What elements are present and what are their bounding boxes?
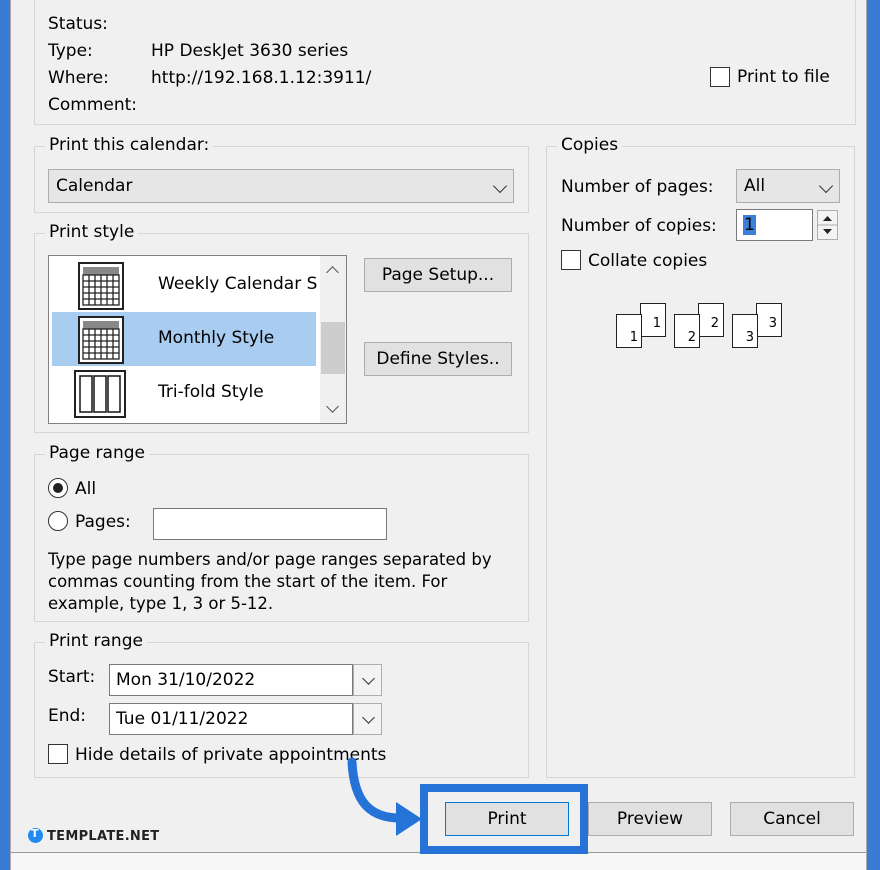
page-sheet: 3 <box>732 314 758 348</box>
printer-type-value: HP DeskJet 3630 series <box>151 41 349 61</box>
page-setup-button[interactable]: Page Setup... <box>364 258 512 292</box>
template-net-watermark: TEMPLATE.NET <box>28 827 160 844</box>
print-dialog: Status: Type: HP DeskJet 3630 series Whe… <box>10 0 867 870</box>
type-label: Type: <box>48 41 93 61</box>
end-date-input[interactable]: Tue 01/11/2022 <box>109 703 353 735</box>
number-of-pages-select[interactable]: All <box>736 169 840 203</box>
calendar-select-value: Calendar <box>56 176 133 196</box>
print-style-scrollbar[interactable] <box>320 256 346 423</box>
list-item-label: Monthly Style <box>158 328 275 348</box>
printer-where-value: http://192.168.1.12:3911/ <box>151 68 372 88</box>
calendar-select[interactable]: Calendar <box>48 169 514 203</box>
chevron-down-icon <box>362 711 375 724</box>
copies-legend: Copies <box>557 135 623 155</box>
start-date-dropdown[interactable] <box>353 664 382 696</box>
list-item-monthly[interactable]: Monthly Style <box>52 312 316 366</box>
comment-label: Comment: <box>48 95 138 115</box>
chevron-down-icon <box>492 178 508 194</box>
start-date-value: Mon 31/10/2022 <box>116 670 256 690</box>
print-button-highlight <box>420 784 588 854</box>
pages-input[interactable] <box>153 508 387 540</box>
page-sheet: 1 <box>616 314 642 348</box>
scroll-down-icon[interactable] <box>326 400 339 413</box>
print-to-file-checkbox[interactable] <box>710 67 730 87</box>
background-grid-strip <box>11 852 866 870</box>
page-range-legend: Page range <box>45 443 149 463</box>
page-sheet: 2 <box>674 314 700 348</box>
page-range-pages-label[interactable]: Pages: <box>75 512 131 532</box>
number-of-copies-value: 1 <box>743 215 756 235</box>
start-label: Start: <box>48 667 96 687</box>
scroll-thumb[interactable] <box>321 322 345 374</box>
collate-copies-label[interactable]: Collate copies <box>588 251 707 271</box>
copies-spinner[interactable] <box>817 210 838 240</box>
template-logo-icon <box>28 827 43 843</box>
page-sheet: 1 <box>640 303 666 337</box>
print-to-file-label[interactable]: Print to file <box>737 67 830 87</box>
collate-preview: 1 1 2 2 3 3 <box>616 303 796 355</box>
scroll-up-icon[interactable] <box>326 266 339 279</box>
weekly-calendar-icon <box>78 262 124 310</box>
print-style-legend: Print style <box>45 222 139 242</box>
pointer-arrow-icon <box>347 757 422 836</box>
chevron-down-icon <box>362 672 375 685</box>
end-date-value: Tue 01/11/2022 <box>116 709 249 729</box>
where-label: Where: <box>48 68 109 88</box>
page-sheet: 2 <box>698 303 724 337</box>
list-item-trifold[interactable]: Tri-fold Style <box>52 366 316 420</box>
page-range-help-line: commas counting from the start of the it… <box>48 572 448 591</box>
cancel-button[interactable]: Cancel <box>730 802 854 836</box>
print-calendar-legend: Print this calendar: <box>45 135 214 155</box>
define-styles-button[interactable]: Define Styles.. <box>364 342 512 376</box>
page-sheet: 3 <box>756 303 782 337</box>
hide-details-checkbox[interactable] <box>48 744 68 764</box>
number-of-pages-value: All <box>744 176 766 196</box>
status-label: Status: <box>48 14 108 34</box>
end-label: End: <box>48 706 87 726</box>
printer-info-group <box>34 0 856 125</box>
list-item-label: Weekly Calendar S <box>158 274 318 294</box>
brand-text: TEMPLATE.NET <box>47 829 160 844</box>
number-of-copies-label: Number of copies: <box>561 216 717 236</box>
number-of-copies-input[interactable]: 1 <box>736 209 813 241</box>
list-item-weekly[interactable]: Weekly Calendar S <box>52 258 318 312</box>
start-date-input[interactable]: Mon 31/10/2022 <box>109 664 353 696</box>
collate-copies-checkbox[interactable] <box>561 250 581 270</box>
print-style-list[interactable]: Weekly Calendar S Monthly Style Tri-fold… <box>48 255 347 424</box>
trifold-icon <box>74 370 126 418</box>
page-range-help-line: Type page numbers and/or page ranges sep… <box>48 550 492 569</box>
print-range-legend: Print range <box>45 631 147 651</box>
number-of-pages-label: Number of pages: <box>561 177 714 197</box>
spinner-arrows-icon[interactable] <box>818 211 837 239</box>
end-date-dropdown[interactable] <box>353 703 382 735</box>
monthly-calendar-icon <box>78 316 124 364</box>
chevron-down-icon <box>818 178 834 194</box>
page-range-all-radio[interactable] <box>48 478 68 498</box>
preview-button[interactable]: Preview <box>588 802 712 836</box>
page-range-all-label[interactable]: All <box>75 479 96 499</box>
page-range-pages-radio[interactable] <box>48 511 68 531</box>
page-range-help-line: example, type 1, 3 or 5-12. <box>48 594 274 613</box>
list-item-label: Tri-fold Style <box>158 382 264 402</box>
